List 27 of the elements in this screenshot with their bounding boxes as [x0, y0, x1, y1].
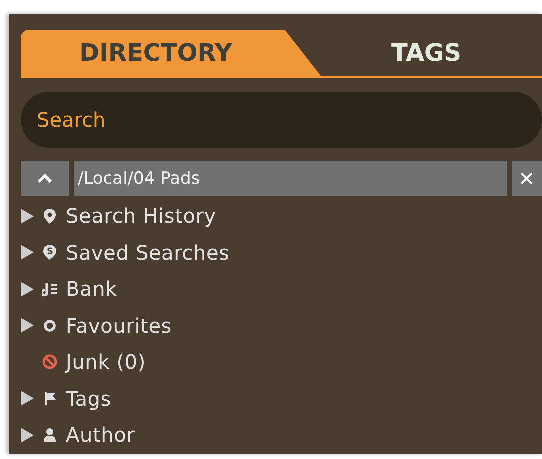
expand-arrow-icon[interactable] [21, 391, 34, 406]
tree-item[interactable]: Tags [66, 386, 112, 411]
clear-button[interactable]: ✕ [512, 161, 542, 196]
path-field: /Local/04 Pads [74, 161, 507, 196]
expand-arrow-icon[interactable] [21, 318, 34, 334]
prohibited-icon [42, 354, 58, 371]
search-field[interactable]: Search [21, 92, 542, 148]
expand-arrow-icon[interactable] [21, 428, 34, 443]
pin-icon [42, 244, 58, 262]
flag-icon [42, 390, 58, 408]
caret-up-icon [38, 174, 52, 183]
tree-item[interactable]: Junk (0) [66, 350, 146, 374]
tree-item[interactable]: Search History [66, 204, 216, 228]
expand-arrow-icon[interactable] [21, 208, 34, 224]
expand-arrow-icon[interactable] [21, 282, 34, 297]
tab[interactable]: TAGS [321, 30, 542, 76]
note-list-icon [42, 280, 58, 298]
ring-icon [42, 317, 58, 334]
tree-item[interactable]: Bank [66, 277, 118, 302]
expand-arrow-icon[interactable] [21, 245, 34, 260]
pin-icon [42, 208, 58, 225]
person-icon [42, 426, 58, 444]
tree-item[interactable]: Author [66, 423, 136, 448]
tab[interactable]: DIRECTORY [21, 30, 321, 76]
tree-item[interactable]: Saved Searches [66, 240, 230, 265]
tree-item[interactable]: Favourites [66, 314, 172, 338]
up-button[interactable] [21, 161, 69, 196]
